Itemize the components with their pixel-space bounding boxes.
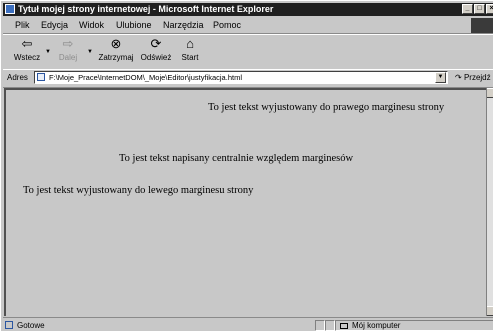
home-button[interactable]: ⌂ Start <box>177 36 203 63</box>
minimize-button[interactable]: _ <box>462 4 473 14</box>
status-pane <box>315 320 325 331</box>
scroll-down-button[interactable] <box>487 306 493 316</box>
maximize-button[interactable]: □ <box>474 4 485 14</box>
menu-bar: Plik Edycja Widok Ulubione Narzędzia Pom… <box>3 18 493 34</box>
page-content: To jest tekst wyjustowany do prawego mar… <box>4 88 486 316</box>
stop-button[interactable]: ⊗ Zatrzymaj <box>95 36 137 63</box>
address-bar: Adres F:\Moje_Prace\InternetDOM\_Moje\Ed… <box>3 69 493 88</box>
address-value: F:\Moje_Prace\InternetDOM\_Moje\Editor\j… <box>49 73 242 82</box>
status-pane <box>325 320 335 331</box>
address-dropdown-icon[interactable]: ▼ <box>435 72 446 83</box>
ie-logo-icon <box>5 4 15 14</box>
page-icon <box>37 73 45 81</box>
home-icon: ⌂ <box>186 36 194 51</box>
menu-help[interactable]: Pomoc <box>213 20 241 30</box>
forward-arrow-icon: ⇨ <box>62 36 74 51</box>
browser-window: Tytuł mojej strony internetowej - Micros… <box>0 0 493 331</box>
address-input[interactable]: F:\Moje_Prace\InternetDOM\_Moje\Editor\j… <box>34 71 448 84</box>
stop-icon: ⊗ <box>110 36 122 51</box>
menu-file[interactable]: Plik <box>15 20 30 30</box>
back-button[interactable]: ⇦ Wstecz <box>9 36 45 63</box>
go-label: Przejdź <box>463 73 491 82</box>
home-label: Start <box>181 53 199 62</box>
status-text: Gotowe <box>17 321 45 330</box>
forward-button[interactable]: ⇨ Dalej <box>53 36 83 63</box>
computer-icon <box>340 323 348 329</box>
vertical-scrollbar[interactable] <box>486 88 493 316</box>
menu-edit[interactable]: Edycja <box>41 20 68 30</box>
forward-dropdown-icon[interactable]: ▼ <box>87 49 93 55</box>
page-status-icon <box>5 321 13 329</box>
stop-label: Zatrzymaj <box>98 53 134 62</box>
right-aligned-text: To jest tekst wyjustowany do prawego mar… <box>208 102 445 113</box>
back-dropdown-icon[interactable]: ▼ <box>45 49 51 55</box>
menu-tools[interactable]: Narzędzia <box>163 20 204 30</box>
refresh-icon: ⟳ <box>150 36 162 51</box>
close-button[interactable]: × <box>486 4 493 14</box>
title-bar: Tytuł mojej strony internetowej - Micros… <box>3 3 493 16</box>
forward-label: Dalej <box>58 53 78 62</box>
refresh-label: Odśwież <box>140 53 172 62</box>
toolbar: ⇦ Wstecz ▼ ⇨ Dalej ▼ ⊗ Zatrzymaj ⟳ Odświ… <box>3 34 493 70</box>
go-arrow-icon: ↷ <box>455 73 462 82</box>
status-bar: Gotowe Mój komputer <box>3 317 493 331</box>
zone-label: Mój komputer <box>352 321 401 330</box>
back-label: Wstecz <box>13 53 41 62</box>
go-button[interactable]: ↷ Przejdź <box>455 73 491 82</box>
center-aligned-text: To jest tekst napisany centralnie względ… <box>119 153 354 164</box>
left-aligned-text: To jest tekst wyjustowany do lewego marg… <box>23 185 254 196</box>
window-title: Tytuł mojej strony internetowej - Micros… <box>18 4 274 14</box>
scroll-up-button[interactable] <box>487 88 493 98</box>
back-arrow-icon: ⇦ <box>21 36 33 51</box>
menu-favorites[interactable]: Ulubione <box>116 20 152 30</box>
address-label: Adres <box>7 73 28 82</box>
windows-logo-icon <box>471 18 493 33</box>
security-zone: Mój komputer <box>335 320 493 331</box>
refresh-button[interactable]: ⟳ Odśwież <box>137 36 175 63</box>
menu-view[interactable]: Widok <box>79 20 104 30</box>
